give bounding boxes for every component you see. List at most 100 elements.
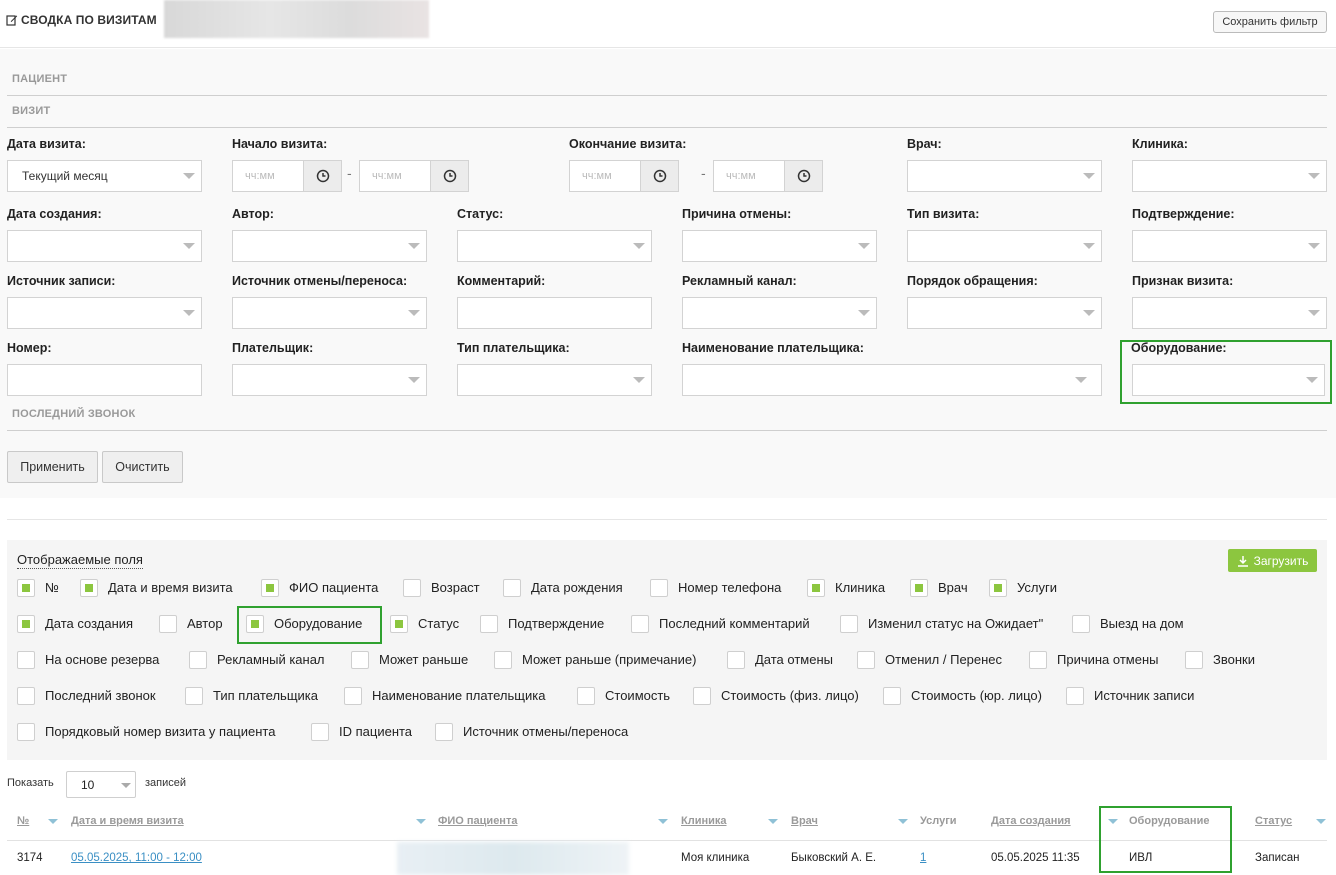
field-checkbox[interactable] [840,615,858,633]
clear-button[interactable]: Очистить [102,451,183,483]
field-checkbox-label[interactable]: Наименование плательщика [372,688,545,703]
field-checkbox[interactable] [311,723,329,741]
field-checkbox[interactable] [494,651,512,669]
author-select[interactable] [232,230,427,262]
visit-start-to-input[interactable]: чч:мм [359,160,469,192]
field-checkbox[interactable] [159,615,177,633]
section-last-call[interactable]: ПОСЛЕДНИЙ ЗВОНОК [12,408,135,420]
section-visit[interactable]: ВИЗИТ [12,105,50,117]
field-checkbox-label[interactable]: № [45,580,59,595]
displayed-fields-title[interactable]: Отображаемые поля [17,552,143,569]
col-clinic-header[interactable]: Клиника [681,815,727,827]
field-checkbox[interactable] [351,651,369,669]
field-checkbox[interactable] [17,723,35,741]
field-checkbox[interactable] [80,579,98,597]
doctor-select[interactable] [907,160,1102,192]
field-checkbox-label[interactable]: Стоимость [605,688,670,703]
field-checkbox[interactable] [1072,615,1090,633]
visit-end-from-input[interactable]: чч:мм [569,160,679,192]
field-checkbox[interactable] [1066,687,1084,705]
field-checkbox-label[interactable]: Последний звонок [45,688,156,703]
field-checkbox[interactable] [1185,651,1203,669]
field-checkbox-label[interactable]: На основе резерва [45,652,159,667]
visit-end-to-input[interactable]: чч:мм [713,160,823,192]
field-checkbox[interactable] [910,579,928,597]
col-doctor-header[interactable]: Врач [791,815,818,827]
field-checkbox-label[interactable]: Выезд на дом [1100,616,1184,631]
field-checkbox-label[interactable]: Изменил статус на Ожидает" [868,616,1043,631]
field-checkbox[interactable] [17,651,35,669]
payer-name-select[interactable] [682,364,1102,396]
payer-select[interactable] [232,364,427,396]
clock-icon[interactable] [640,161,678,191]
field-checkbox-label[interactable]: Статус [418,616,459,631]
field-checkbox[interactable] [17,687,35,705]
field-checkbox-label[interactable]: Дата отмены [755,652,833,667]
field-checkbox-label[interactable]: Порядковый номер визита у пациента [45,724,275,739]
cancel-source-select[interactable] [232,297,427,329]
apply-button[interactable]: Применить [7,451,98,483]
field-checkbox-label[interactable]: Подтверждение [508,616,604,631]
field-checkbox-label[interactable]: Врач [938,580,968,595]
field-checkbox[interactable] [857,651,875,669]
field-checkbox[interactable] [403,579,421,597]
col-status-header[interactable]: Статус [1255,815,1292,827]
field-checkbox[interactable] [1029,651,1047,669]
ad-channel-select[interactable] [682,297,877,329]
save-filter-button[interactable]: Сохранить фильтр [1213,11,1327,33]
field-checkbox[interactable] [577,687,595,705]
field-checkbox[interactable] [631,615,649,633]
field-checkbox-label[interactable]: Рекламный канал [217,652,325,667]
page-size-select[interactable]: 10 [66,771,136,798]
col-datetime-header[interactable]: Дата и время визита [71,815,184,827]
field-checkbox[interactable] [650,579,668,597]
status-select[interactable] [457,230,652,262]
col-created-header[interactable]: Дата создания [991,815,1071,827]
sort-icon[interactable] [416,819,426,824]
field-checkbox[interactable] [189,651,207,669]
confirmation-select[interactable] [1132,230,1327,262]
section-patient[interactable]: ПАЦИЕНТ [12,73,67,85]
sort-icon[interactable] [48,819,58,824]
col-num-header[interactable]: № [17,815,29,827]
field-checkbox[interactable] [261,579,279,597]
clinic-select[interactable] [1132,160,1327,192]
clock-icon[interactable] [303,161,341,191]
field-checkbox[interactable] [185,687,203,705]
sort-icon[interactable] [1316,819,1326,824]
field-checkbox-label[interactable]: Причина отмены [1057,652,1158,667]
field-checkbox[interactable] [480,615,498,633]
sort-icon[interactable] [658,819,668,824]
field-checkbox-label[interactable]: Может раньше [379,652,468,667]
field-checkbox-label[interactable]: Отменил / Перенес [885,652,1002,667]
visit-type-select[interactable] [907,230,1102,262]
sort-icon[interactable] [898,819,908,824]
created-select[interactable] [7,230,202,262]
field-checkbox-label[interactable]: Клиника [835,580,885,595]
field-checkbox[interactable] [883,687,901,705]
field-checkbox-label[interactable]: ID пациента [339,724,412,739]
cell-services-link[interactable]: 1 [920,852,926,864]
field-checkbox[interactable] [693,687,711,705]
clock-icon[interactable] [430,161,468,191]
payer-type-select[interactable] [457,364,652,396]
field-checkbox-label[interactable]: Автор [187,616,223,631]
field-checkbox[interactable] [989,579,1007,597]
field-checkbox[interactable] [807,579,825,597]
field-checkbox-label[interactable]: Последний комментарий [659,616,810,631]
cell-datetime-link[interactable]: 05.05.2025, 11:00 - 12:00 [71,852,202,864]
cancel-reason-select[interactable] [682,230,877,262]
field-checkbox-label[interactable]: Источник записи [1094,688,1194,703]
field-checkbox-label[interactable]: Тип плательщика [213,688,318,703]
field-checkbox-label[interactable]: Услуги [1017,580,1057,595]
field-checkbox[interactable] [727,651,745,669]
field-checkbox-label[interactable]: Дата и время визита [108,580,233,595]
comment-input[interactable] [457,297,652,329]
sort-icon[interactable] [768,819,778,824]
field-checkbox-label[interactable]: Стоимость (юр. лицо) [911,688,1042,703]
field-checkbox-label[interactable]: Номер телефона [678,580,781,595]
clock-icon[interactable] [784,161,822,191]
number-input[interactable] [7,364,202,396]
col-patient-header[interactable]: ФИО пациента [438,815,517,827]
field-checkbox[interactable] [344,687,362,705]
